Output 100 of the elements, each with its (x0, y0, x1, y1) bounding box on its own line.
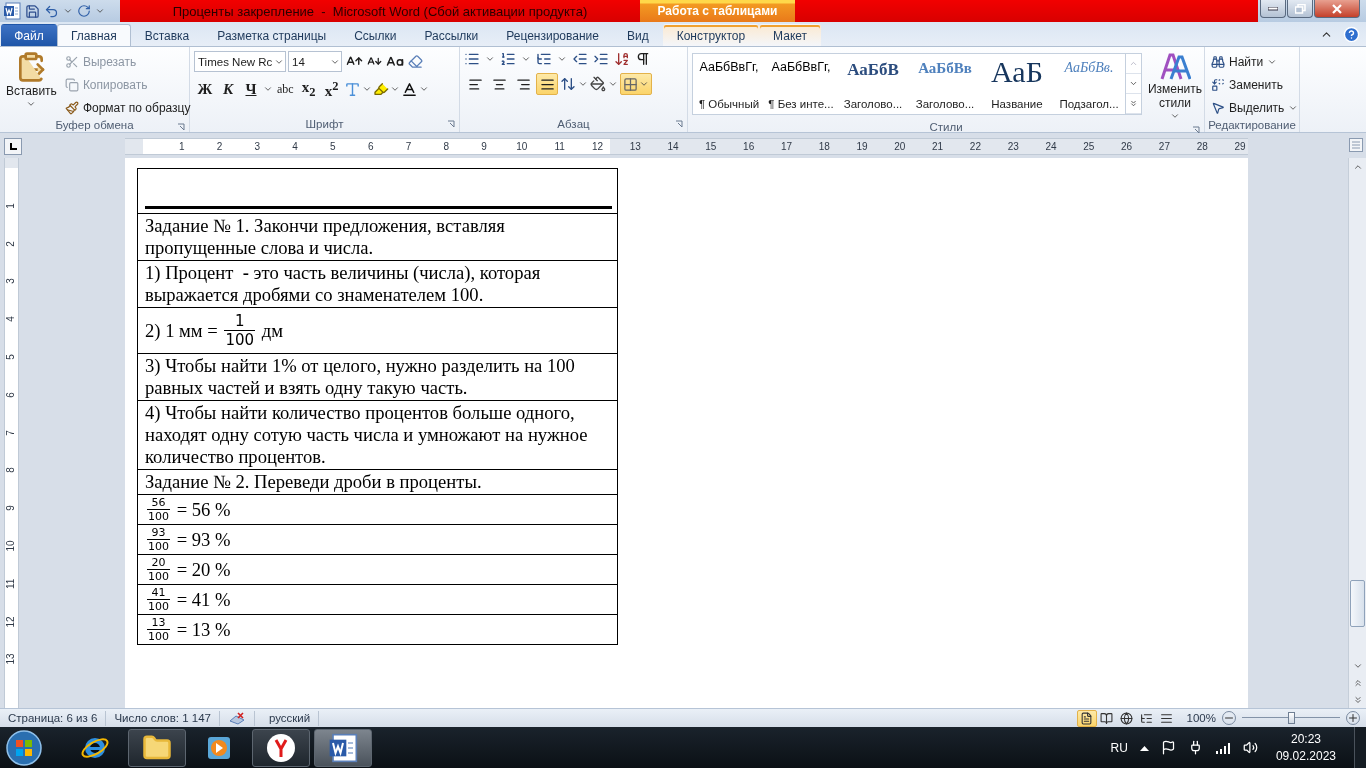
ruler-number: 28 (1196, 141, 1208, 152)
line-spacing-icon[interactable] (560, 76, 576, 92)
ribbon-tab[interactable]: Главная (57, 24, 131, 46)
text-effects-icon[interactable] (343, 80, 361, 98)
view-button[interactable] (1076, 709, 1097, 727)
bold-button[interactable]: Ж (194, 78, 216, 100)
ribbon-tab[interactable]: Конструктор (662, 24, 760, 46)
ruler-number: 15 (705, 141, 717, 152)
select-button[interactable]: Выделить (1209, 97, 1301, 118)
pilcrow-icon[interactable] (635, 51, 651, 67)
ruler-number: 5 (330, 141, 336, 152)
borders-button[interactable] (620, 73, 652, 95)
undo-icon[interactable] (44, 3, 59, 19)
ruler-number: 12 (4, 616, 18, 628)
redo-icon[interactable] (77, 4, 91, 18)
italic-button[interactable]: К (217, 78, 239, 100)
lines-icon (1160, 711, 1174, 725)
page-count[interactable]: Страница: 6 из 6 (0, 710, 107, 726)
help-icon[interactable] (1343, 26, 1360, 43)
font-color-icon[interactable] (400, 80, 418, 98)
paste-button[interactable]: Вставить (4, 51, 59, 118)
scrollbar-thumb[interactable] (1350, 580, 1365, 627)
sub-button[interactable]: x$_{2}$ (297, 78, 320, 100)
taskbar-app-button[interactable] (252, 728, 310, 767)
table-cell: 3) Чтобы найти 1% от целого, нужно разделить на 100 равных частей и взять одну такую часть. (138, 353, 617, 400)
clock[interactable]: 20:23 09.02.2023 (1269, 730, 1342, 765)
taskbar-app-button[interactable] (128, 728, 186, 767)
minimize-button[interactable] (1260, 0, 1286, 18)
zoom-slider-thumb[interactable] (1288, 712, 1295, 724)
ribbon-tab[interactable]: Рецензирование (492, 24, 613, 46)
multilevel-list-icon[interactable] (536, 51, 552, 67)
underline-button[interactable]: Ч (240, 78, 262, 100)
save-icon[interactable] (25, 3, 40, 19)
scissors-icon (64, 54, 79, 69)
style-item[interactable]: АаБбВв Заголово... (909, 54, 981, 114)
ruler-number: 7 (4, 429, 18, 436)
style-item[interactable]: АаБбВвГг, ¶ Обычный (693, 54, 765, 114)
strike-button[interactable]: abc (274, 78, 297, 100)
align-justify-button[interactable] (536, 73, 558, 95)
signal-icon[interactable] (1214, 741, 1231, 754)
numbering-icon[interactable] (500, 51, 516, 67)
close-button[interactable] (1314, 0, 1360, 18)
ribbon-tab[interactable]: Файл (1, 24, 57, 46)
caret-icon (521, 54, 531, 64)
sup-button[interactable]: x$^{2}$ (320, 78, 343, 100)
ribbon-tab[interactable]: Разметка страницы (203, 24, 341, 46)
taskbar-app-button[interactable] (314, 728, 372, 767)
ribbon-tab[interactable]: Макет (759, 24, 822, 46)
style-name: Заголово... (843, 98, 903, 110)
style-item[interactable]: АаБ Название (981, 54, 1053, 114)
fraction: 93 100 (147, 526, 170, 553)
find-button[interactable]: Найти (1209, 51, 1301, 72)
format-button[interactable]: Формат по образцу (62, 97, 193, 118)
start-button[interactable] (4, 727, 44, 768)
ruler-number: 25 (1083, 141, 1095, 152)
tab-stop-button[interactable] (4, 138, 22, 155)
ribbon-tab[interactable]: Вставка (130, 24, 204, 46)
tray-expand-icon[interactable] (1139, 744, 1149, 751)
font-size-field[interactable]: 14 (288, 51, 342, 72)
style-item[interactable]: АаБбВвГг, ¶ Без инте... (765, 54, 837, 114)
ruler-number: 29 (1234, 141, 1246, 152)
ruler-number: 19 (856, 141, 868, 152)
ribbon-tab[interactable]: Вид (612, 24, 663, 46)
style-preview: АаБбВв. (1064, 60, 1114, 76)
decrease-indent-icon[interactable] (572, 51, 588, 67)
eraser-icon[interactable] (408, 54, 423, 69)
ribbon-tab[interactable]: Ссылки (340, 24, 411, 46)
fraction: 20 100 (147, 556, 170, 583)
style-item[interactable]: АаБбВ Заголово... (837, 54, 909, 114)
style-preview: АаБ (991, 60, 1043, 84)
sort-icon[interactable] (614, 51, 630, 67)
style-name: Название (991, 98, 1043, 110)
restore-button[interactable] (1287, 0, 1313, 18)
ribbon-tab[interactable]: Рассылки (410, 24, 493, 46)
ruler-toggle-icon[interactable] (1349, 138, 1363, 152)
spellcheck-icon[interactable] (227, 711, 246, 725)
zoom-in-icon[interactable] (1346, 711, 1360, 725)
speaker-icon[interactable] (1242, 740, 1258, 755)
globe-icon (1120, 711, 1134, 725)
dialog-launcher-icon[interactable] (1192, 126, 1200, 134)
zoom-level[interactable]: 100% (1186, 712, 1216, 724)
font-name-field[interactable]: Times New Rc (194, 51, 286, 72)
highlighter-icon[interactable] (372, 81, 389, 97)
language-indicator[interactable]: русский (254, 710, 320, 726)
dialog-launcher-icon[interactable] (177, 123, 185, 131)
increase-indent-icon[interactable] (593, 51, 609, 67)
dialog-launcher-icon[interactable] (447, 120, 455, 128)
style-item[interactable]: АаБбВв. Подзагол... (1053, 54, 1125, 114)
dialog-launcher-icon[interactable] (675, 120, 683, 128)
change-styles-button[interactable]: Изменить стили (1146, 51, 1204, 121)
paint-bucket-icon[interactable] (590, 76, 606, 92)
word-count[interactable]: Число слов: 1 147 (106, 710, 220, 726)
ruler-number: 10 (4, 540, 18, 552)
caret-icon (485, 54, 495, 64)
replace-button[interactable]: Заменить (1209, 74, 1301, 95)
flag-icon[interactable] (1160, 740, 1176, 755)
caret-icon (361, 84, 372, 94)
input-language[interactable]: RU (1110, 740, 1128, 755)
vertical-scrollbar[interactable] (1348, 158, 1366, 708)
bullets-icon[interactable] (464, 51, 480, 67)
